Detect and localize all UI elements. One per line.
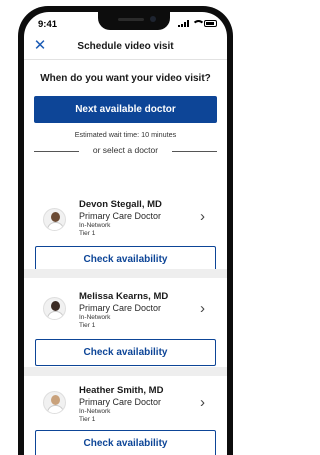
doctor-network: In-Network (79, 222, 111, 229)
doctor-name: Melissa Kearns, MD (79, 291, 169, 302)
chevron-right-icon[interactable]: › (200, 394, 205, 411)
doctor-tier: Tier 1 (79, 416, 96, 423)
divider-label: or select a doctor (92, 145, 159, 155)
doctor-name: Devon Stegall, MD (79, 199, 162, 210)
screen: 9:41 ✕ Schedule video visit When do you … (24, 12, 227, 455)
card-separator (24, 269, 227, 278)
doctor-avatar (43, 297, 66, 320)
check-availability-button[interactable]: Check availability (35, 339, 216, 366)
wifi-icon (192, 20, 205, 27)
estimated-wait-text: Estimated wait time: 10 minutes (74, 130, 177, 139)
camera (150, 16, 156, 22)
signal-icon (178, 20, 189, 27)
next-available-doctor-button[interactable]: Next available doctor (34, 96, 217, 123)
doctor-card: Devon Stegall, MD Primary Care Doctor In… (24, 161, 227, 281)
phone-frame: 9:41 ✕ Schedule video visit When do you … (18, 6, 233, 455)
divider-line-right (172, 151, 217, 152)
doctor-tier: Tier 1 (79, 230, 96, 237)
select-doctor-divider: or select a doctor (34, 145, 217, 157)
doctor-specialty: Primary Care Doctor (79, 397, 162, 407)
notch (98, 12, 170, 30)
doctor-specialty: Primary Care Doctor (79, 303, 162, 313)
speaker (118, 18, 144, 21)
check-availability-button[interactable]: Check availability (35, 430, 216, 455)
doctor-network: In-Network (79, 408, 111, 415)
doctor-card: Heather Smith, MD Primary Care Doctor In… (24, 367, 227, 455)
navbar: ✕ Schedule video visit (24, 34, 227, 60)
doctor-tier: Tier 1 (79, 322, 96, 329)
page-title: Schedule video visit (77, 41, 174, 52)
chevron-right-icon[interactable]: › (200, 208, 205, 225)
doctor-avatar (43, 208, 66, 231)
chevron-right-icon[interactable]: › (200, 300, 205, 317)
status-icons (178, 20, 217, 27)
status-time: 9:41 (38, 19, 58, 30)
visit-question: When do you want your video visit? (40, 73, 211, 84)
doctor-network: In-Network (79, 314, 111, 321)
doctor-card: Melissa Kearns, MD Primary Care Doctor I… (24, 269, 227, 371)
doctor-avatar (43, 391, 66, 414)
card-separator (24, 367, 227, 376)
doctor-specialty: Primary Care Doctor (79, 211, 162, 221)
doctor-name: Heather Smith, MD (79, 385, 164, 396)
battery-icon (204, 20, 217, 27)
